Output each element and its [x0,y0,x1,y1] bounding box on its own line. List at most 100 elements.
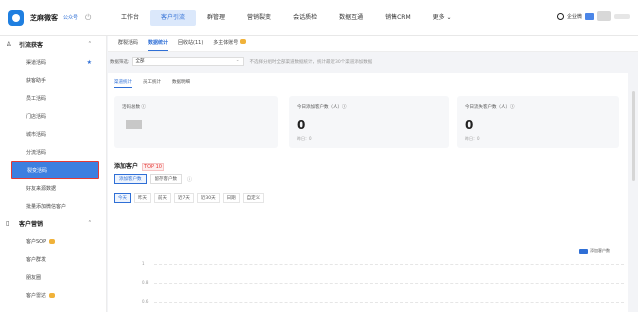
filter-select[interactable]: 全部 [131,57,244,66]
chevron-up-icon: ⌃ [87,41,92,47]
card-total-codes: 活码总数 ⓘ [114,96,278,148]
tab-data-detail[interactable]: 数据明细 [172,79,190,88]
y-tick: 1 [142,261,145,266]
sidebar-group-label: 引流获客 [19,42,44,49]
sidebar-item-staff-code[interactable]: 员工活码 [0,89,106,107]
sidebar-item-fission-code[interactable]: 裂变活码 [11,161,99,179]
blurred-value [126,120,142,129]
main-content: 群裂活码 数据统计 回收站(11) 多主体账号 数据筛选: 全部 不选择分组时全… [108,36,638,312]
sub-tabs: 群裂活码 数据统计 回收站(11) 多主体账号 [108,36,638,52]
nav-sales-crm[interactable]: 销售CRM [374,10,422,26]
vip-icon [49,292,56,298]
sidebar-item-label: 获客助手 [26,77,47,84]
toggle-added[interactable]: 添加客户数 [114,174,147,184]
sidebar-item-channel-code[interactable]: 渠道活码 ★ [0,53,106,71]
gridline [154,264,624,265]
sidebar-group-traffic[interactable]: ♙ 引流获客 ⌃ [0,36,106,53]
collapse-icon[interactable]: ⏻ [85,13,91,23]
vip-icon [49,238,56,244]
account-name-blurred[interactable] [614,13,630,19]
nav-marketing-fission[interactable]: 营销裂变 [236,10,282,26]
date-day-before[interactable]: 前天 [154,193,171,203]
sidebar-item-label: 好友来源数据 [26,185,57,192]
date-pick[interactable]: 日期 [222,193,240,203]
sidebar-item-label: 裂变活码 [27,167,48,174]
card-today-added: 今日添加客户数（人）ⓘ 0 昨日：0 [289,96,449,148]
sidebar-item-moments[interactable]: 朋友圈 [0,268,106,286]
toggle-retained[interactable]: 留存客户数 [149,174,182,184]
top-badge: TOP 10 [142,163,164,171]
sidebar-item-customer-broadcast[interactable]: 客户群发 [0,250,106,268]
top-right-area: 企业微 [556,11,630,21]
sidebar-item-label: 员工活码 [26,95,47,102]
y-tick: 0.6 [142,299,149,304]
date-yesterday[interactable]: 昨天 [134,193,151,203]
tab-fission-code[interactable]: 群裂活码 [118,39,138,51]
vip-icon [240,39,247,44]
sidebar-group-label: 客户营销 [19,221,44,228]
gridline [154,302,624,303]
sidebar-item-label: 渠道活码 [26,59,47,66]
date-today[interactable]: 今天 [114,193,131,203]
sidebar-item-friend-source[interactable]: 好友来源数据 [0,179,106,197]
nav-session-inspection[interactable]: 会话质检 [282,10,328,26]
date-custom[interactable]: 自定义 [242,193,265,203]
star-icon[interactable]: ★ [87,59,92,66]
nav-customer-traffic[interactable]: 客户引流 [150,9,197,26]
sidebar-item-acquisition-assistant[interactable]: 获客助手 [0,71,106,89]
scrollbar[interactable] [632,91,635,181]
enterprise-icon [556,12,564,20]
tab-multi-entity[interactable]: 多主体账号 [213,39,247,51]
brand[interactable]: 芝麻微客 公众号 ⏻ [0,9,108,26]
nav-group-management[interactable]: 群管理 [196,10,236,26]
badge-icon[interactable] [585,12,594,20]
sidebar-item-customer-radar[interactable]: 客户雷达 [0,286,106,304]
card-title: 今日添加客户数（人）ⓘ [297,105,347,110]
stats-panel: 渠道统计 员工统计 数据明细 活码总数 ⓘ 今日添加客户数（人）ⓘ 0 昨日：0… [108,73,628,312]
date-30days[interactable]: 近30天 [196,193,220,203]
card-value: 0 [297,118,306,132]
top-nav: 工作台 客户引流 群管理 营销裂变 会话质检 数据互通 销售CRM 更多 ⌄ [110,0,463,36]
sidebar-item-label: 门店活码 [26,113,47,120]
y-tick: 0.8 [142,280,149,285]
sidebar-item-store-code[interactable]: 门店活码 [0,107,106,125]
filter-bar: 数据筛选: 全部 不选择分组时全部渠道数据统计，统计最近30个渠道添加数据 [108,54,628,69]
gridline [154,283,624,284]
date-7days[interactable]: 近7天 [174,193,194,203]
marketing-group-icon: ▯ [6,220,10,227]
sidebar-item-bulk-add[interactable]: 批量添加微信客户 [0,197,106,215]
enterprise-label[interactable]: 企业微 [567,13,582,20]
brand-sub-label[interactable]: 公众号 [63,14,78,21]
tab-staff-stats[interactable]: 员工统计 [143,79,161,88]
nav-data-interop[interactable]: 数据互通 [328,10,374,26]
tab-label: 多主体账号 [213,40,239,46]
nav-workbench[interactable]: 工作台 [110,10,150,26]
legend-label: 添加客户数 [590,248,610,253]
filter-hint: 不选择分组时全部渠道数据统计，统计最近30个渠道添加数据 [249,59,373,65]
section-title-text: 添加客户 [114,163,139,170]
tab-channel-stats[interactable]: 渠道统计 [114,79,132,88]
card-today-lost: 今日流失客户数（人）ⓘ 0 昨日：0 [457,96,619,148]
sidebar-group-marketing[interactable]: ▯ 客户营销 ⌃ [0,215,106,232]
chart-legend[interactable]: 添加客户数 [579,248,610,254]
sidebar-item-customer-sop[interactable]: 客户SOP [0,232,106,250]
card-sub: 昨日：0 [297,136,312,141]
chevron-up-icon: ⌃ [87,220,92,226]
help-icon[interactable]: ⓘ [187,176,192,183]
card-title: 今日流失客户数（人）ⓘ [465,105,515,110]
section-title: 添加客户 TOP 10 [114,161,164,171]
metric-toggle: 添加客户数 留存客户数 ⓘ [114,174,192,184]
sidebar-item-label: 批量添加微信客户 [26,203,67,210]
avatar[interactable] [597,11,611,21]
tab-data-stats[interactable]: 数据统计 [148,39,169,51]
sidebar-item-split-code[interactable]: 分流活码 [0,143,106,161]
top-bar: 芝麻微客 公众号 ⏻ 工作台 客户引流 群管理 营销裂变 会话质检 数据互通 销… [0,0,638,36]
sidebar-item-city-code[interactable]: 城市活码 [0,125,106,143]
card-title: 活码总数 ⓘ [122,105,146,110]
tab-recycle-bin[interactable]: 回收站(11) [178,39,203,51]
date-range: 今天 昨天 前天 近7天 近30天 日期 自定义 [114,193,265,203]
sidebar-item-label: 分流活码 [26,149,47,156]
card-value: 0 [465,118,474,132]
card-sub: 昨日：0 [465,136,480,141]
nav-more[interactable]: 更多 ⌄ [422,10,463,26]
